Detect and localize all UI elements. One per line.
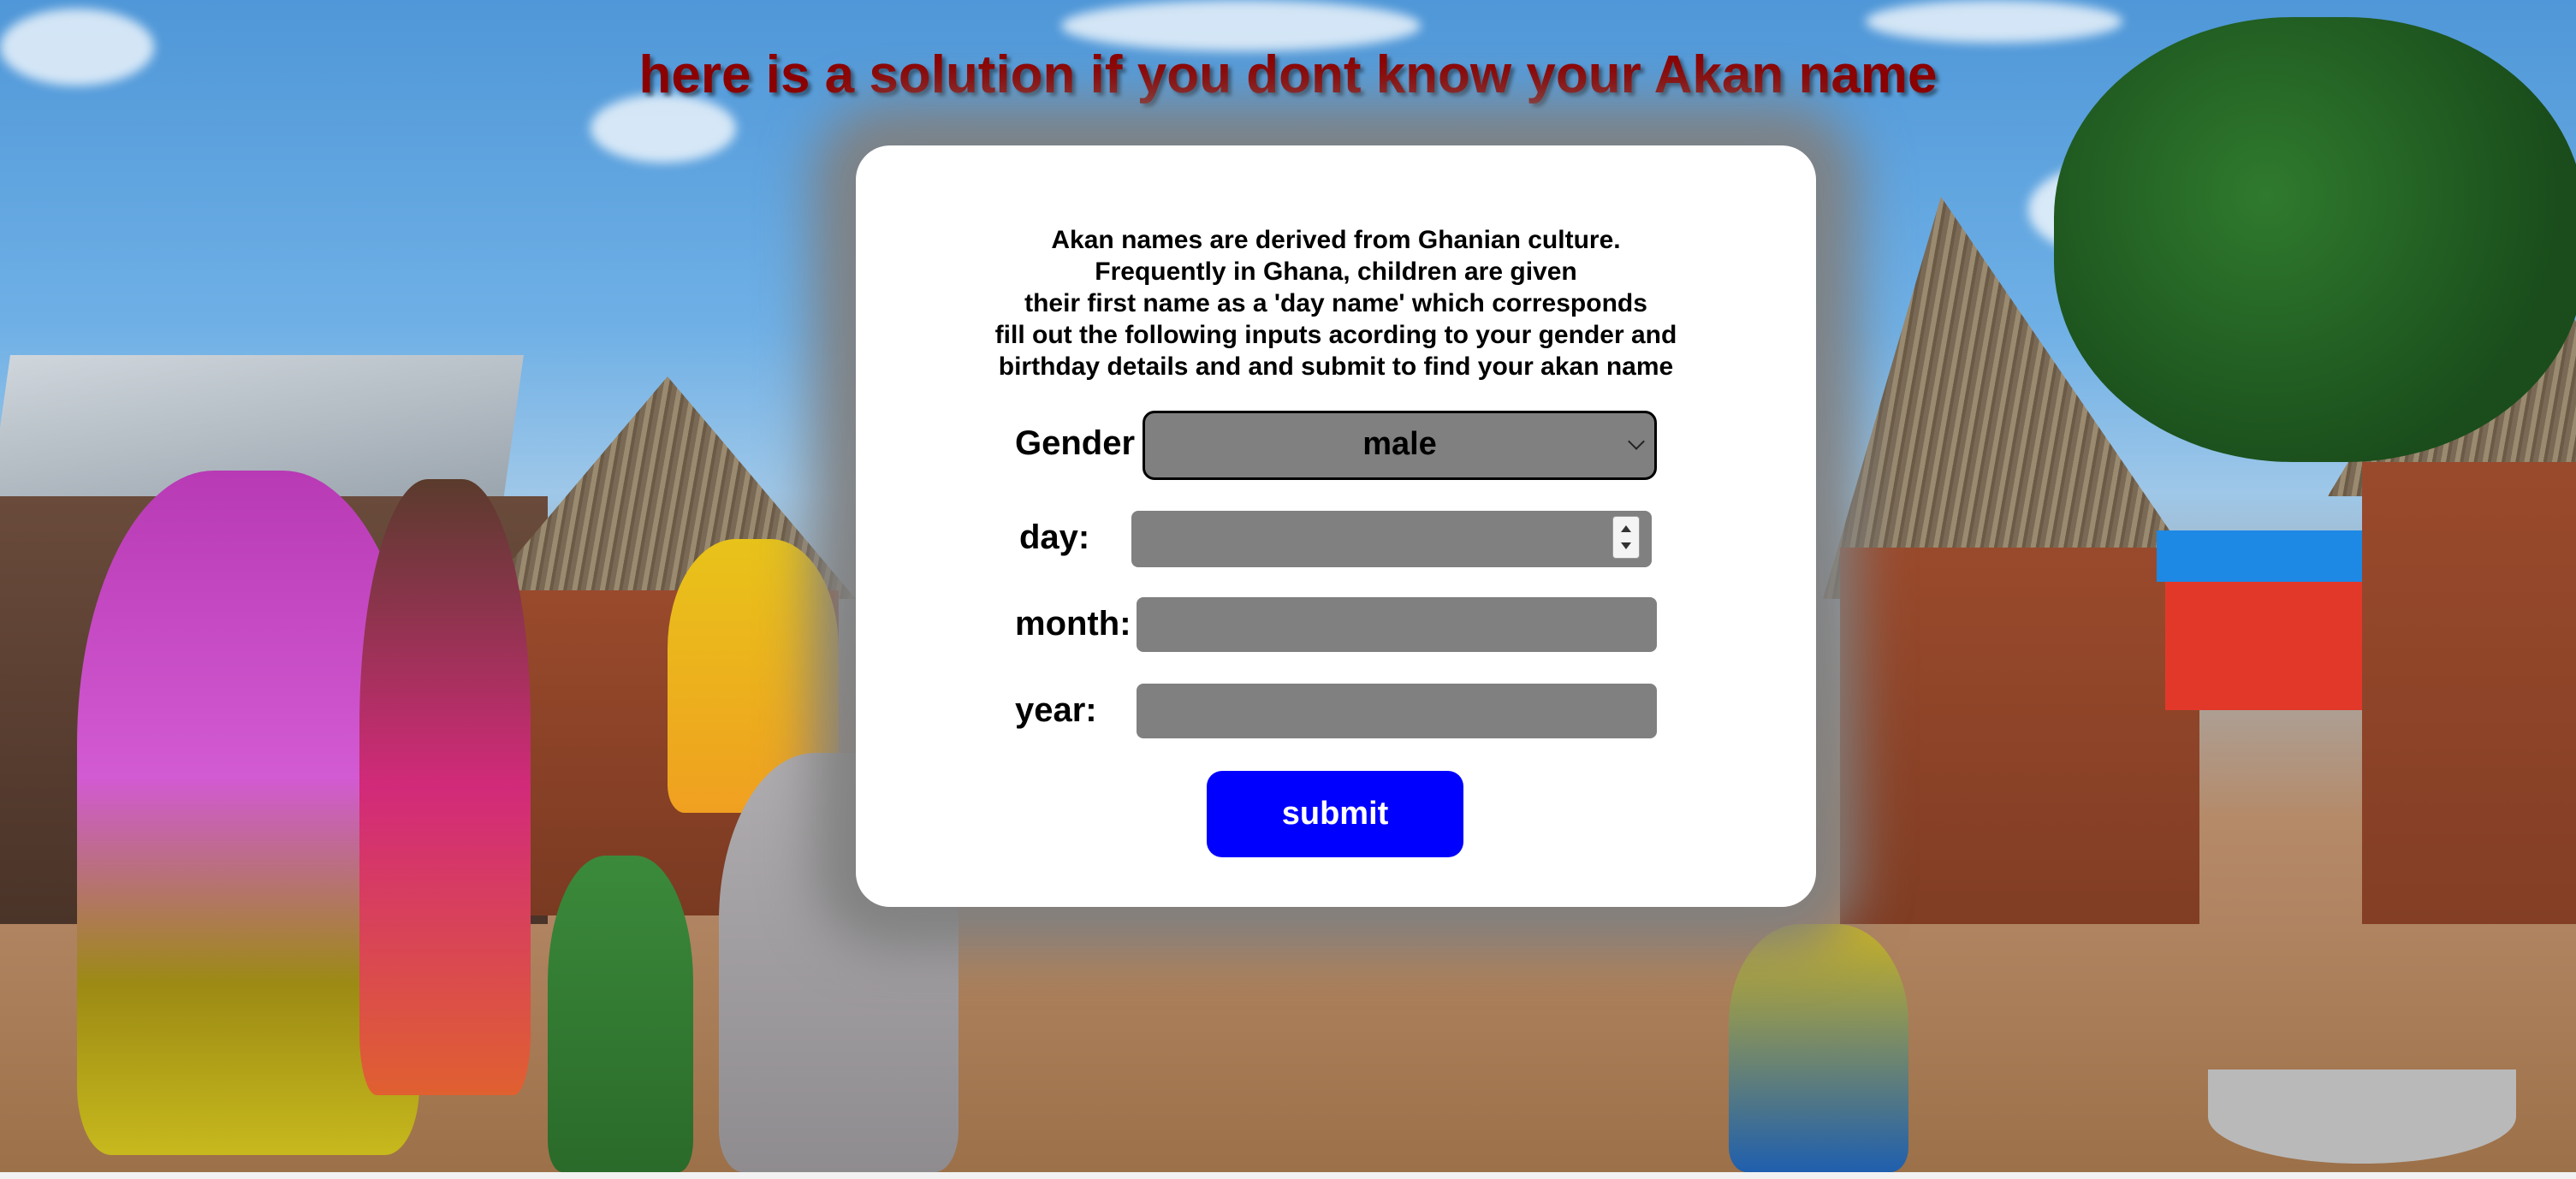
gender-select[interactable]: male xyxy=(1143,411,1657,480)
intro-line: Frequently in Ghana, children are given xyxy=(1095,258,1577,286)
year-label: year: xyxy=(1015,691,1097,729)
gender-label: Gender xyxy=(1015,424,1136,462)
intro-line: fill out the following inputs acording t… xyxy=(994,321,1677,349)
year-input[interactable] xyxy=(1137,684,1657,738)
page: here is a solution if you dont know your… xyxy=(0,0,2576,1179)
intro-line: Akan names are derived from Ghanian cult… xyxy=(1051,226,1621,254)
submit-button[interactable]: submit xyxy=(1207,771,1463,857)
akan-form-card: Akan names are derived from Ghanian cult… xyxy=(856,145,1816,907)
intro-line: birthday details and and submit to find … xyxy=(998,353,1674,381)
month-label: month: xyxy=(1015,605,1131,643)
gender-selected-value: male xyxy=(1362,426,1437,462)
chevron-down-icon xyxy=(1628,433,1645,450)
month-input[interactable] xyxy=(1137,597,1657,652)
spinner-up-icon[interactable] xyxy=(1621,525,1631,532)
intro-line: their first name as a 'day name' which c… xyxy=(1024,289,1647,317)
day-input[interactable] xyxy=(1131,511,1652,567)
day-label: day: xyxy=(1019,518,1090,556)
spinner-down-icon[interactable] xyxy=(1621,542,1631,549)
number-spinner-icon[interactable] xyxy=(1612,516,1640,559)
page-heading: here is a solution if you dont know your… xyxy=(638,45,1938,104)
intro-text: Akan names are derived from Ghanian cult… xyxy=(856,224,1816,382)
